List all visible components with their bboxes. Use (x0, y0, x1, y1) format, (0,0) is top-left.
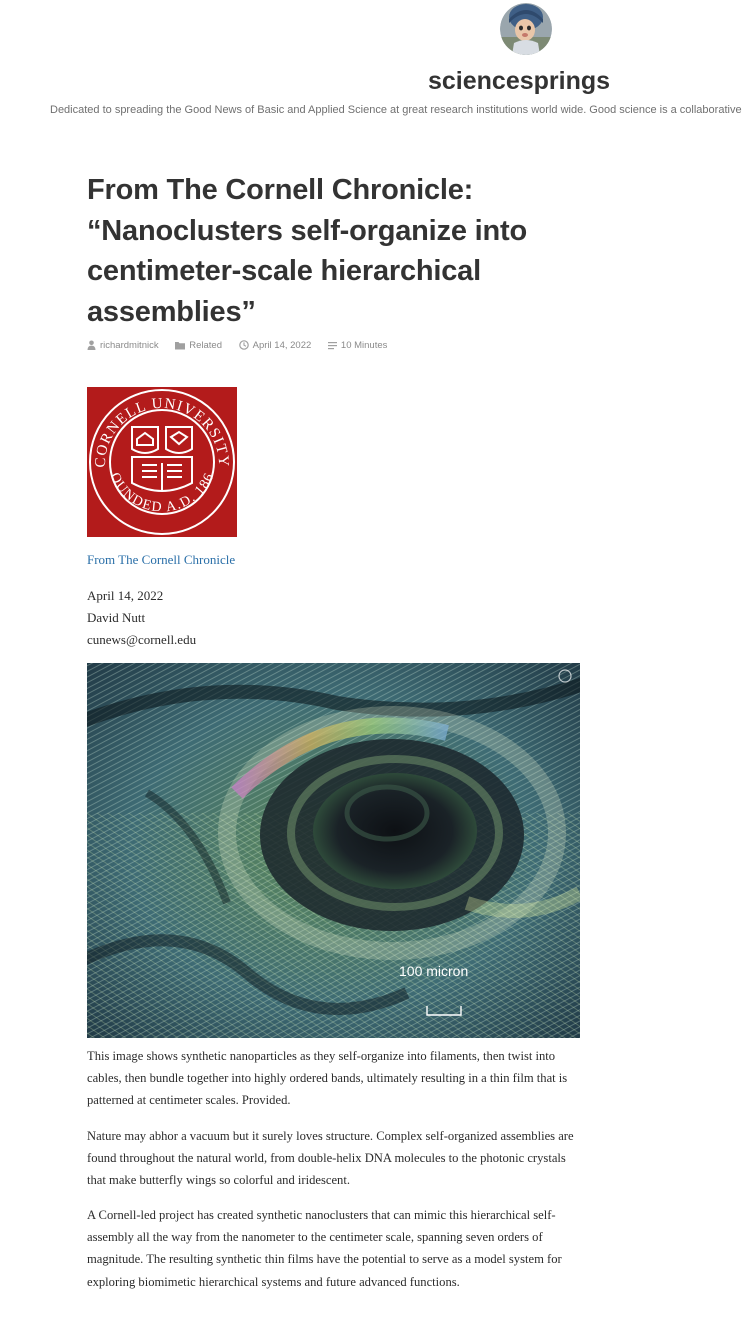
folder-icon (175, 342, 186, 350)
meta-reading-time: 10 Minutes (327, 338, 388, 354)
meta-date-text[interactable]: April 14, 2022 (253, 340, 312, 351)
avatar[interactable] (500, 3, 552, 55)
meta-author-name[interactable]: richardmitnick (100, 340, 159, 351)
byline-date: April 14, 2022 (87, 588, 164, 603)
person-icon (87, 340, 96, 350)
clock-icon (238, 340, 249, 350)
lines-icon (327, 342, 337, 350)
site-description: Dedicated to spreading the Good News of … (50, 104, 744, 116)
post-title: From The Cornell Chronicle: “Nanocluster… (87, 174, 527, 328)
meta-date[interactable]: April 14, 2022 (238, 338, 312, 354)
nanocluster-micrograph-image: 100 micron (87, 663, 580, 1038)
site-title[interactable]: sciencesprings (428, 64, 610, 98)
post-meta: richardmitnick Related April 14, 2022 10… (87, 338, 401, 354)
cornell-seal-logo: CORNELL UNIVERSITY FOUNDED A.D. 1865 (87, 387, 237, 537)
image-caption: This image shows synthetic nanoparticles… (87, 1049, 568, 1108)
meta-category[interactable]: Related (175, 338, 222, 354)
byline: April 14, 2022 David Nutt cunews@cornell… (87, 585, 196, 651)
body-paragraph: A Cornell-led project has created synthe… (87, 1208, 562, 1289)
meta-category-name[interactable]: Related (189, 340, 222, 351)
scale-label: 100 micron (399, 963, 468, 979)
body-paragraph: Nature may abhor a vacuum but it surely … (87, 1129, 574, 1188)
meta-author[interactable]: richardmitnick (87, 338, 159, 354)
byline-author: David Nutt (87, 610, 146, 625)
site-header: sciencesprings Dedicated to spreading th… (0, 0, 744, 130)
source-link[interactable]: From The Cornell Chronicle (87, 551, 235, 569)
meta-reading-time-text: 10 Minutes (340, 340, 388, 351)
byline-email: cunews@cornell.edu (87, 632, 197, 647)
